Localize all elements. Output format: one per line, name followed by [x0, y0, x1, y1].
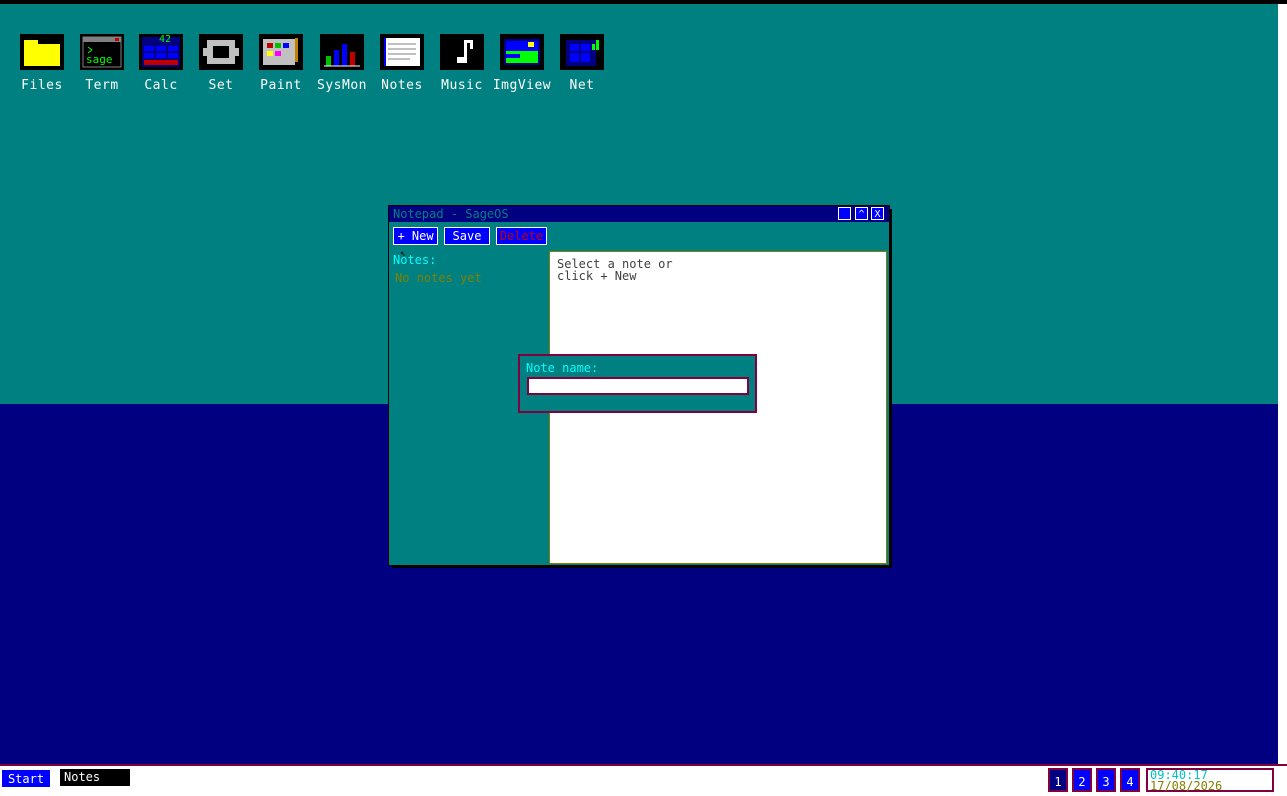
- folder-icon: [20, 34, 64, 70]
- taskbar-task-notes[interactable]: Notes: [60, 769, 130, 786]
- desktop-icon-label: Net: [569, 78, 595, 93]
- notepad-icon: [380, 34, 424, 70]
- gear-icon: [199, 34, 243, 70]
- desktop-icon-label: Term: [85, 78, 119, 93]
- desktop-icon-label: Music: [441, 78, 483, 93]
- calculator-icon: 42: [139, 34, 183, 70]
- desktop-icon-term[interactable]: sage Term: [72, 34, 132, 93]
- desktop-icon-label: Paint: [260, 78, 302, 93]
- desktop-icon-sysmon[interactable]: SysMon: [312, 34, 372, 93]
- window-titlebar[interactable]: Notepad - SageOS _ ^ X: [389, 206, 889, 222]
- new-note-button[interactable]: + New: [393, 227, 438, 245]
- desktop-icon-label: Files: [21, 78, 63, 93]
- calc-display-text: 42: [159, 34, 172, 45]
- desktop-icon-notes[interactable]: Notes: [372, 34, 432, 93]
- desktop-icon-label: SysMon: [317, 78, 367, 93]
- palette-icon: [259, 34, 303, 70]
- desktop-icon-net[interactable]: Net: [552, 34, 612, 93]
- music-note-icon: [440, 34, 484, 70]
- window-title: Notepad - SageOS: [393, 207, 509, 221]
- taskbar: Start Notes 1 2 3 4 09:40:17 17/08/2026: [0, 764, 1287, 796]
- terminal-icon: sage: [80, 34, 124, 70]
- note-name-label: Note name:: [526, 361, 599, 375]
- desktop-icon-label: ImgView: [492, 78, 552, 93]
- workspace-3-button[interactable]: 3: [1096, 768, 1116, 792]
- terminal-icon-text: sage: [86, 53, 113, 66]
- workspace-2-button[interactable]: 2: [1072, 768, 1092, 792]
- clock-date: 17/08/2026: [1150, 779, 1223, 793]
- desktop-icon-label: Set: [208, 78, 234, 93]
- editor-placeholder: Select a note or click + New: [557, 257, 673, 283]
- close-button[interactable]: X: [871, 207, 884, 220]
- start-button[interactable]: Start: [1, 769, 51, 788]
- clock: 09:40:17 17/08/2026: [1146, 768, 1274, 792]
- network-icon: [560, 34, 604, 70]
- desktop-icon-paint[interactable]: Paint: [251, 34, 311, 93]
- note-name-dialog: Note name:: [518, 354, 757, 413]
- image-icon: [500, 34, 544, 70]
- workspace-1-button[interactable]: 1: [1048, 768, 1068, 792]
- minimize-button[interactable]: _: [838, 207, 851, 220]
- mouse-cursor-icon: ↖: [400, 248, 407, 259]
- desktop-icon-imgview[interactable]: ImgView: [492, 34, 552, 93]
- workspace-4-button[interactable]: 4: [1120, 768, 1140, 792]
- save-button[interactable]: Save: [444, 227, 490, 245]
- desktop-icon-calc[interactable]: 42 Calc: [131, 34, 191, 93]
- desktop-icon-files[interactable]: Files: [12, 34, 72, 93]
- desktop-icon-music[interactable]: Music: [432, 34, 492, 93]
- right-edge: [1278, 4, 1287, 764]
- delete-button[interactable]: Delete: [496, 227, 547, 245]
- bar-chart-icon: [320, 34, 364, 70]
- desktop-icon-label: Calc: [144, 78, 178, 93]
- desktop-icon-label: Notes: [381, 78, 423, 93]
- notes-empty-message: No notes yet: [395, 271, 482, 285]
- note-name-input[interactable]: [527, 377, 749, 395]
- desktop-icon-set[interactable]: Set: [191, 34, 251, 93]
- maximize-button[interactable]: ^: [855, 207, 868, 220]
